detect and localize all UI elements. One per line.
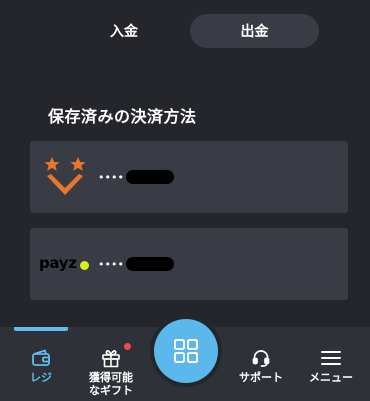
saved-methods-title: 保存済みの決済方法 [48, 107, 197, 126]
nav-item-cashier[interactable]: レジ [14, 327, 68, 401]
center-grid-button[interactable] [154, 319, 218, 383]
nav-item-support[interactable]: サポート [228, 327, 294, 401]
tab-deposit[interactable]: 入金 [60, 14, 188, 48]
deposit-withdraw-tabs: 入金 出金 [0, 0, 370, 60]
nav-label-cashier: レジ [30, 371, 52, 384]
wallet-icon [31, 348, 51, 368]
payz-logo-text: payz [39, 254, 77, 272]
grid-icon [174, 339, 198, 363]
masked-digits: •••• [98, 170, 124, 184]
nav-item-gifts[interactable]: 獲得可能 なギフト [78, 327, 144, 401]
masked-account: •••• [98, 257, 174, 271]
masked-digits: •••• [98, 257, 124, 271]
payz-logo-dot [79, 260, 89, 270]
nav-label-gifts-line1: 獲得可能 [89, 371, 133, 384]
nav-label-gifts: 獲得可能 なギフト [89, 371, 133, 397]
notification-badge [124, 343, 131, 350]
hamburger-menu-icon [321, 348, 341, 368]
nav-label-support: サポート [239, 371, 283, 384]
payz-logo: payz [39, 254, 89, 272]
nav-item-menu[interactable]: メニュー [300, 327, 362, 401]
nav-label-gifts-line2: なギフト [89, 384, 133, 397]
redacted-account-number [125, 170, 174, 184]
saved-method-card-payz[interactable]: payz •••• [30, 228, 348, 300]
gift-icon [101, 348, 121, 368]
headset-icon [251, 348, 271, 368]
sticpay-logo [44, 157, 86, 195]
redacted-account-number [125, 257, 174, 271]
nav-label-menu: メニュー [309, 371, 353, 384]
masked-account: •••• [98, 170, 174, 184]
tab-withdraw[interactable]: 出金 [190, 14, 319, 48]
saved-method-card-sticpay[interactable]: •••• [30, 141, 348, 213]
